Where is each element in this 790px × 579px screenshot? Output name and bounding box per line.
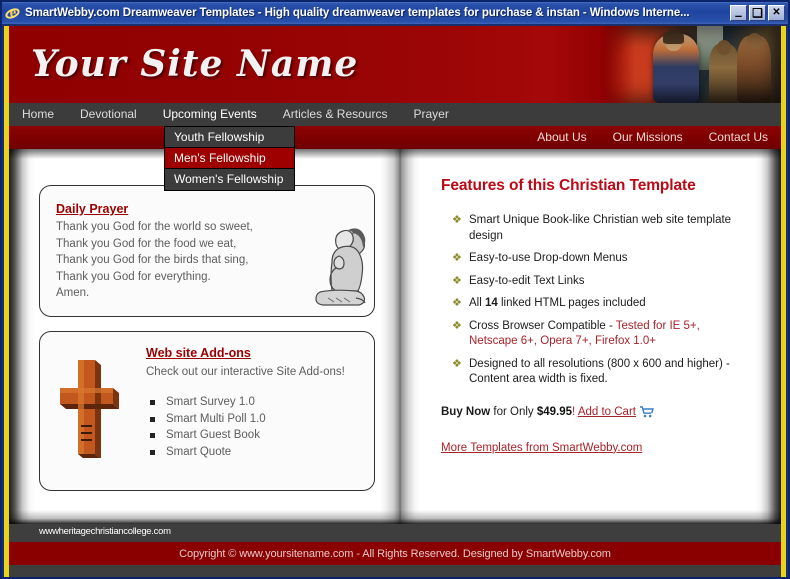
website-addons-subtitle: Check out our interactive Site Add-ons! <box>146 366 345 378</box>
close-icon: ✕ <box>772 7 781 18</box>
list-item[interactable]: Smart Survey 1.0 <box>146 394 358 411</box>
dropdown-item-youth-fellowship[interactable]: Youth Fellowship <box>165 127 294 148</box>
secondary-navigation: About Us Our Missions Contact Us <box>9 126 781 149</box>
footer-watermark: wwwheritagechristiancollege.com <box>39 526 171 537</box>
jesus-painting-image <box>601 26 781 103</box>
browser-viewport: Your Site Name Home Devotional Upcoming … <box>4 26 786 577</box>
buy-now-label: Buy Now <box>441 405 491 418</box>
list-item: ❖ All 14 linked HTML pages included <box>452 296 751 312</box>
nav-item-home[interactable]: Home <box>9 103 67 126</box>
feature-text: Easy-to-edit Text Links <box>469 274 585 287</box>
copyright-text: Copyright © www.yoursitename.com - All R… <box>179 547 611 560</box>
window-titlebar: e SmartWebby.com Dreamweaver Templates -… <box>2 2 788 24</box>
browser-window: e SmartWebby.com Dreamweaver Templates -… <box>0 0 790 579</box>
list-item[interactable]: Smart Guest Book <box>146 427 358 444</box>
features-list: ❖ Smart Unique Book-like Christian web s… <box>425 213 755 388</box>
shopping-cart-icon[interactable] <box>639 405 654 418</box>
list-item[interactable]: Smart Multi Poll 1.0 <box>146 411 358 428</box>
window-title: SmartWebby.com Dreamweaver Templates - H… <box>25 7 690 19</box>
page-count: 14 <box>484 297 498 309</box>
footer-watermark-bar: wwwheritagechristiancollege.com <box>9 524 781 542</box>
cross-bullet-icon: ❖ <box>452 319 462 332</box>
book-spine <box>380 149 420 524</box>
nav-item-contact-us[interactable]: Contact Us <box>696 126 781 149</box>
feature-text: Cross Browser Compatible - Tested for IE… <box>469 319 700 348</box>
footer-copyright-bar: Copyright © www.yoursitename.com - All R… <box>9 542 781 565</box>
daily-prayer-panel: Daily Prayer Thank you God for the world… <box>39 185 375 317</box>
feature-text: Smart Unique Book-like Christian web sit… <box>469 214 732 242</box>
list-item: ❖ Easy-to-edit Text Links <box>452 274 751 290</box>
list-item: ❖ Easy-to-use Drop-down Menus <box>452 251 751 267</box>
cross-bullet-icon: ❖ <box>452 274 462 287</box>
list-item[interactable]: Smart Quote <box>146 444 358 461</box>
site-name: Your Site Name <box>31 43 359 85</box>
website-addons-heading[interactable]: Web site Add-ons <box>146 346 251 360</box>
feature-text: Designed to all resolutions (800 x 600 a… <box>469 357 730 386</box>
book-right-edge <box>755 149 781 524</box>
cross-bullet-icon: ❖ <box>452 214 462 226</box>
nav-item-devotional[interactable]: Devotional <box>67 103 150 126</box>
add-to-cart-link[interactable]: Add to Cart <box>578 406 636 418</box>
right-page: Features of this Christian Template ❖ Sm… <box>425 159 755 519</box>
upcoming-events-dropdown: Youth Fellowship Men's Fellowship Women'… <box>164 126 295 191</box>
website-addons-panel: Web site Add-ons Check out our interacti… <box>39 331 375 491</box>
list-item: ❖ Smart Unique Book-like Christian web s… <box>452 213 751 244</box>
maximize-button[interactable]: ❑ <box>749 5 766 21</box>
cross-bullet-icon: ❖ <box>452 252 462 264</box>
browser-compatibility-note: Tested for IE 5+, Netscape 6+, Opera 7+,… <box>469 319 700 348</box>
maximize-icon: ❑ <box>752 6 763 20</box>
daily-prayer-heading[interactable]: Daily Prayer <box>56 202 128 216</box>
price-exclaim: ! <box>572 405 576 418</box>
minimize-icon: – <box>734 8 743 23</box>
left-page: Daily Prayer Thank you God for the world… <box>37 159 377 519</box>
dropdown-item-womens-fellowship[interactable]: Women's Fellowship <box>165 169 294 190</box>
primary-navigation: Home Devotional Upcoming Events Articles… <box>9 103 781 191</box>
nav-item-articles-resources[interactable]: Articles & Resourcs <box>270 103 401 126</box>
book-left-edge <box>9 149 35 524</box>
praying-child-image <box>315 228 366 306</box>
book-content-area: Daily Prayer Thank you God for the world… <box>9 149 781 524</box>
more-templates-link[interactable]: More Templates from SmartWebby.com <box>441 442 642 454</box>
cross-bullet-icon: ❖ <box>452 357 462 370</box>
nav-item-our-missions[interactable]: Our Missions <box>600 126 696 149</box>
wooden-cross-image <box>60 360 119 458</box>
page-title: Features of this Christian Template <box>441 177 696 194</box>
minimize-button[interactable]: – <box>730 5 747 23</box>
website-frame: Your Site Name Home Devotional Upcoming … <box>4 26 786 577</box>
nav-item-prayer[interactable]: Prayer <box>400 103 461 126</box>
feature-text: Easy-to-use Drop-down Menus <box>469 252 628 264</box>
list-item: ❖ Designed to all resolutions (800 x 600… <box>452 357 751 388</box>
internet-explorer-icon: e <box>3 5 22 21</box>
close-button[interactable]: ✕ <box>768 5 785 21</box>
dropdown-item-mens-fellowship[interactable]: Men's Fellowship <box>165 148 294 169</box>
nav-item-upcoming-events[interactable]: Upcoming Events <box>149 103 270 126</box>
cross-bullet-icon: ❖ <box>452 297 462 309</box>
window-controls: – ❑ ✕ <box>730 5 785 23</box>
addons-list: Smart Survey 1.0 Smart Multi Poll 1.0 Sm… <box>146 394 358 460</box>
buy-now-line: Buy Now for Only $49.95! Add to Cart <box>441 404 755 420</box>
price-value: $49.95 <box>536 405 573 418</box>
buy-now-mid: for Only <box>490 405 537 418</box>
feature-text: All 14 linked HTML pages included <box>469 297 646 309</box>
nav-item-about-us[interactable]: About Us <box>524 126 599 149</box>
list-item: ❖ Cross Browser Compatible - Tested for … <box>452 319 751 350</box>
book-top-shadow <box>9 149 781 159</box>
site-banner: Your Site Name <box>9 26 781 103</box>
footer-bottom-strip <box>9 565 781 577</box>
